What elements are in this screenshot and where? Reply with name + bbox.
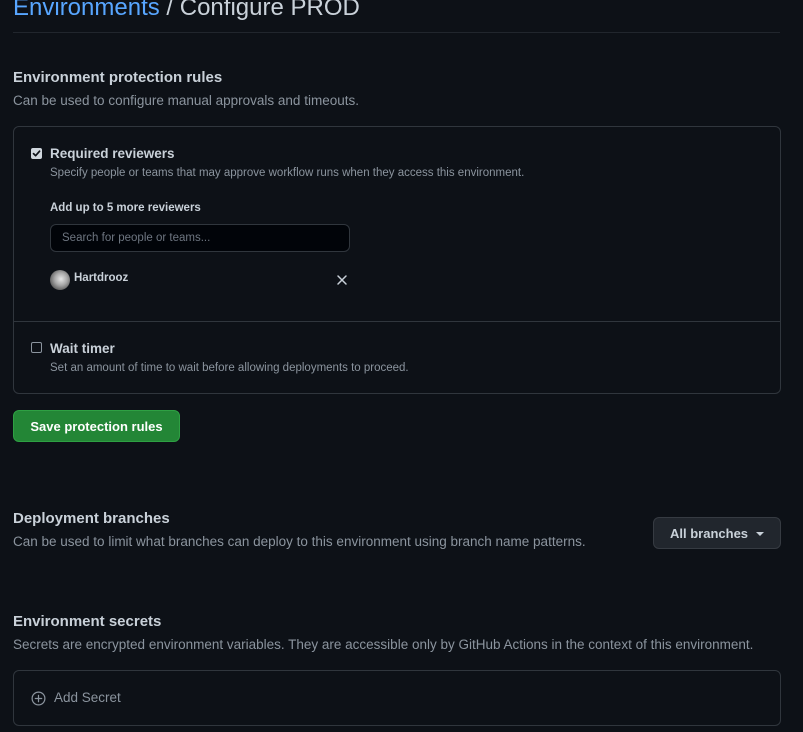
reviewer-search-input[interactable] bbox=[50, 224, 350, 252]
reviewer-name: Hartdrooz bbox=[74, 272, 129, 284]
breadcrumb-current: Configure PROD bbox=[179, 0, 360, 21]
deployment-branches-selected: All branches bbox=[670, 525, 749, 541]
title-divider bbox=[13, 32, 780, 33]
caret-down-icon bbox=[756, 532, 764, 536]
environment-secrets-description: Secrets are encrypted environment variab… bbox=[13, 637, 754, 652]
page-title: Environments / Configure PROD bbox=[13, 0, 360, 24]
rules-divider bbox=[14, 321, 780, 322]
plus-circle-icon bbox=[31, 691, 46, 706]
environment-secrets-title: Environment secrets bbox=[13, 613, 162, 630]
deployment-branches-description: Can be used to limit what branches can d… bbox=[13, 534, 586, 549]
protection-rules-box: Required reviewers Specify people or tea… bbox=[13, 126, 781, 394]
avatar bbox=[50, 270, 70, 290]
add-secret-label: Add Secret bbox=[54, 690, 121, 705]
close-icon bbox=[337, 275, 347, 285]
required-reviewers-label[interactable]: Required reviewers bbox=[50, 146, 175, 161]
environment-config-page: Environments / Configure PROD Environmen… bbox=[0, 0, 803, 732]
breadcrumb-separator: / bbox=[166, 0, 174, 21]
deployment-branches-title: Deployment branches bbox=[13, 510, 170, 527]
add-reviewers-label: Add up to 5 more reviewers bbox=[50, 202, 201, 214]
protection-rules-description: Can be used to configure manual approval… bbox=[13, 93, 359, 108]
required-reviewers-checkbox[interactable] bbox=[31, 148, 42, 159]
wait-timer-checkbox[interactable] bbox=[31, 342, 42, 353]
wait-timer-description: Set an amount of time to wait before all… bbox=[50, 362, 409, 374]
deployment-branches-dropdown[interactable]: All branches bbox=[653, 517, 781, 549]
required-reviewers-description: Specify people or teams that may approve… bbox=[50, 167, 525, 179]
protection-rules-title: Environment protection rules bbox=[13, 69, 223, 86]
breadcrumb-environments-link[interactable]: Environments bbox=[13, 0, 160, 21]
remove-reviewer-button[interactable] bbox=[335, 273, 349, 287]
wait-timer-label[interactable]: Wait timer bbox=[50, 341, 115, 356]
save-protection-rules-button[interactable]: Save protection rules bbox=[13, 410, 180, 442]
check-icon bbox=[32, 150, 41, 157]
add-secret-button[interactable]: Add Secret bbox=[13, 670, 781, 726]
